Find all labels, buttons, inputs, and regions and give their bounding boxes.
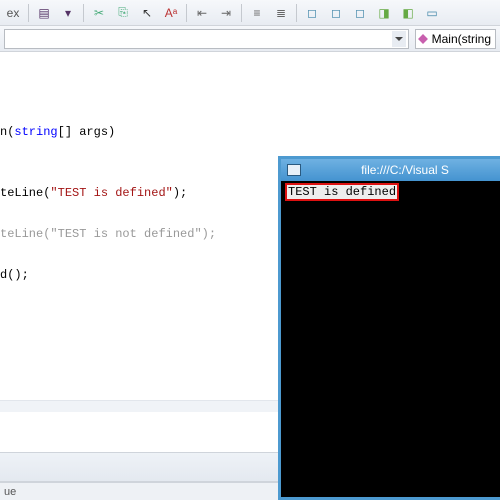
member-combo[interactable]: Main(string	[415, 29, 496, 49]
tool-text-btn[interactable]: ex	[2, 3, 24, 23]
tool-uncomment-btn[interactable]: ◻	[325, 3, 347, 23]
chevron-down-icon	[392, 31, 406, 47]
console-title-text: file:///C:/Visual S	[311, 163, 499, 177]
tool-align-left-btn[interactable]: ≡	[246, 3, 268, 23]
console-window[interactable]: file:///C:/Visual S TEST is defined	[278, 156, 500, 500]
tool-window-btn[interactable]: ▭	[421, 3, 443, 23]
console-line-highlighted: TEST is defined	[285, 183, 399, 201]
tool-align-right-btn[interactable]: ≣	[270, 3, 292, 23]
bottom-tab-label: ue	[4, 486, 16, 498]
tool-comment-btn[interactable]: ◻	[301, 3, 323, 23]
tool-cut-btn[interactable]: ✂	[88, 3, 110, 23]
tool-outdent-btn[interactable]: ⇤	[191, 3, 213, 23]
method-icon	[418, 34, 428, 44]
scope-combo[interactable]	[4, 29, 409, 49]
main-toolbar: ex ▤ ▾ ✂ ⎘ ↖ Aᵃ ⇤ ⇥ ≡ ≣ ◻ ◻ ◻ ◨ ◧ ▭	[0, 0, 500, 26]
nav-toolbar: Main(string	[0, 26, 500, 52]
editor-divider	[0, 400, 278, 412]
tool-dropdown-btn[interactable]: ▾	[57, 3, 79, 23]
console-output: TEST is defined	[281, 181, 500, 203]
tool-copy-btn[interactable]: ⎘	[112, 3, 134, 23]
tool-text2-btn[interactable]: Aᵃ	[160, 3, 182, 23]
tool-indent-btn[interactable]: ⇥	[215, 3, 237, 23]
member-label: Main(string	[432, 32, 491, 46]
tool-nav1-btn[interactable]: ◨	[373, 3, 395, 23]
tool-bookmark-btn[interactable]: ◻	[349, 3, 371, 23]
console-icon	[287, 164, 301, 176]
bottom-toolstrip	[0, 452, 278, 482]
console-titlebar[interactable]: file:///C:/Visual S	[281, 159, 500, 181]
tool-pointer-btn[interactable]: ↖	[136, 3, 158, 23]
tool-list-btn[interactable]: ▤	[33, 3, 55, 23]
bottom-tab[interactable]: ue	[0, 482, 278, 500]
tool-nav2-btn[interactable]: ◧	[397, 3, 419, 23]
